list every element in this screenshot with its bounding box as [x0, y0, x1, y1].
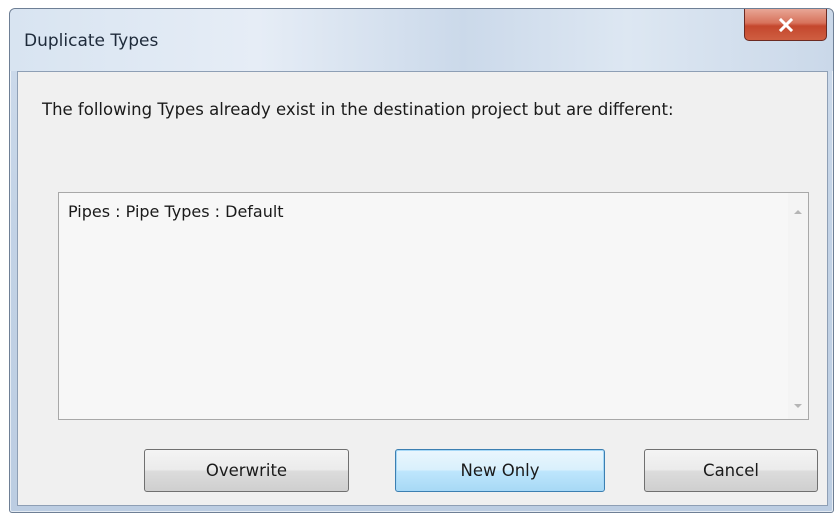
scroll-down-arrow-icon[interactable]: [792, 401, 804, 411]
dialog-content: The following Types already exist in the…: [17, 71, 828, 506]
duplicate-types-list[interactable]: Pipes : Pipe Types : Default: [58, 192, 809, 420]
list-item[interactable]: Pipes : Pipe Types : Default: [68, 202, 284, 221]
title-bar[interactable]: Duplicate Types: [10, 9, 833, 71]
dialog-message: The following Types already exist in the…: [42, 100, 674, 119]
cancel-button[interactable]: Cancel: [644, 449, 818, 492]
scroll-up-arrow-icon[interactable]: [792, 207, 804, 217]
overwrite-button[interactable]: Overwrite: [144, 449, 349, 492]
close-button[interactable]: [744, 9, 827, 41]
new-only-button[interactable]: New Only: [395, 449, 605, 492]
window-title: Duplicate Types: [24, 31, 159, 51]
close-x-icon: [778, 17, 794, 32]
duplicate-types-dialog: Duplicate Types The following Types alre…: [9, 8, 834, 513]
vertical-scrollbar[interactable]: [788, 193, 808, 419]
